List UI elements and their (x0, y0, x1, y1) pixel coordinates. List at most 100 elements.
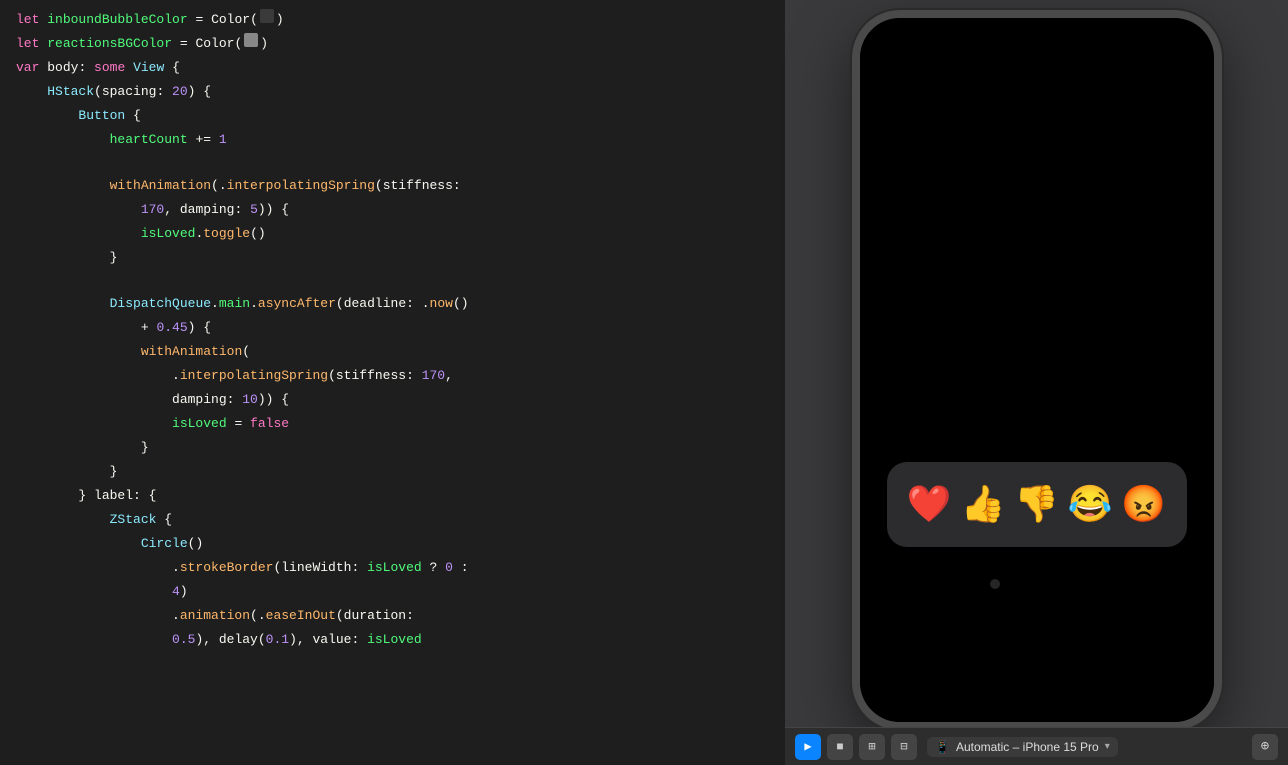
token: asyncAfter (258, 293, 336, 315)
token: . (16, 557, 180, 579)
token: reactionsBGColor (47, 33, 172, 55)
token: (. (211, 175, 227, 197)
token: 20 (172, 81, 188, 103)
play-button[interactable]: ▶ (795, 734, 821, 760)
token: { (164, 57, 180, 79)
token: () (188, 533, 204, 555)
token: 0.5 (172, 629, 195, 651)
token: 0 (445, 557, 453, 579)
token: toggle (203, 223, 250, 245)
token: 170 (141, 199, 164, 221)
device-selector[interactable]: 📱 Automatic – iPhone 15 Pro ▾ (927, 737, 1118, 757)
emoji-laugh[interactable]: 😂 (1068, 483, 1113, 527)
token: interpolatingSpring (180, 365, 328, 387)
emoji-heart[interactable]: ❤️ (907, 483, 952, 527)
token: 4 (172, 581, 180, 603)
token (16, 81, 47, 103)
token: . (16, 365, 180, 387)
simulator-toolbar: ▶ ■ ⊞ ⊟ 📱 Automatic – iPhone 15 Pro ▾ ⊕ (785, 727, 1288, 765)
token: withAnimation (141, 341, 242, 363)
token: )) { (258, 199, 289, 221)
stop-button[interactable]: ■ (827, 734, 853, 760)
token: withAnimation (110, 175, 211, 197)
token: easeInOut (266, 605, 336, 627)
token (16, 129, 110, 151)
token: some (94, 57, 133, 79)
device-icon: 📱 (935, 740, 950, 754)
token: ), delay( (195, 629, 265, 651)
token: . (16, 605, 180, 627)
token: , damping: (164, 199, 250, 221)
token: (. (250, 605, 266, 627)
token: ) { (188, 81, 211, 103)
token: : (453, 557, 469, 579)
emoji-thumbsdown[interactable]: 👎 (1014, 483, 1059, 527)
token: var (16, 57, 47, 79)
reaction-bar: ❤️ 👍 👎 😂 😡 (887, 462, 1187, 547)
code-line: ZStack { (0, 508, 785, 532)
token: (spacing: (94, 81, 172, 103)
token: 1 (219, 129, 227, 151)
phone-screen: ❤️ 👍 👎 😂 😡 (860, 18, 1214, 722)
code-line: } (0, 246, 785, 270)
token: interpolatingSpring (227, 175, 375, 197)
token: ZStack (110, 509, 157, 531)
zoom-icon: ⊕ (1261, 738, 1269, 755)
token: strokeBorder (180, 557, 274, 579)
settings-button[interactable]: ⊟ (891, 734, 917, 760)
code-line: .animation(.easeInOut(duration: (0, 604, 785, 628)
token: )) { (258, 389, 289, 411)
code-line: } label: { (0, 484, 785, 508)
token: (deadline: . (336, 293, 430, 315)
token: (stiffness: (328, 365, 422, 387)
token: } (16, 437, 149, 459)
cursor-indicator (990, 579, 1000, 589)
code-line: } (0, 460, 785, 484)
dynamic-island (977, 30, 1097, 62)
token: let (16, 33, 47, 55)
token: HStack (47, 81, 94, 103)
token: main (219, 293, 250, 315)
code-line: isLoved.toggle() (0, 222, 785, 246)
token: . (250, 293, 258, 315)
code-line: HStack(spacing: 20) { (0, 80, 785, 104)
code-line: DispatchQueue.main.asyncAfter(deadline: … (0, 292, 785, 316)
token: isLoved (141, 223, 196, 245)
grid-button[interactable]: ⊞ (859, 734, 885, 760)
code-line: Button { (0, 104, 785, 128)
code-editor: let inboundBubbleColor = Color()let reac… (0, 0, 785, 765)
token: = (188, 9, 211, 31)
chevron-down-icon: ▾ (1105, 741, 1110, 752)
token: Button (78, 105, 125, 127)
code-line: isLoved = false (0, 412, 785, 436)
token: { (156, 509, 172, 531)
token: View (133, 57, 164, 79)
token (16, 175, 110, 197)
token: ? (422, 557, 445, 579)
emoji-thumbsup[interactable]: 👍 (960, 483, 1005, 527)
token (16, 413, 172, 435)
emoji-angry[interactable]: 😡 (1121, 483, 1166, 527)
token: damping: (16, 389, 242, 411)
token: 0.45 (156, 317, 187, 339)
token: false (250, 413, 289, 435)
token: isLoved (367, 629, 422, 651)
token (16, 629, 172, 651)
token: inboundBubbleColor (47, 9, 187, 31)
token (16, 199, 141, 221)
code-line (0, 152, 785, 174)
token: (stiffness: (375, 175, 461, 197)
token: DispatchQueue (110, 293, 211, 315)
code-line: .interpolatingSpring(stiffness: 170, (0, 364, 785, 388)
zoom-button[interactable]: ⊕ (1252, 734, 1278, 760)
token: 0.1 (266, 629, 289, 651)
token: } (16, 247, 117, 269)
token (16, 509, 110, 531)
code-line: damping: 10)) { (0, 388, 785, 412)
token: heartCount (110, 129, 188, 151)
token: ) { (188, 317, 211, 339)
token: () (453, 293, 469, 315)
code-line: withAnimation(.interpolatingSpring(stiff… (0, 174, 785, 198)
code-line: 170, damping: 5)) { (0, 198, 785, 222)
token: ) (260, 33, 268, 55)
